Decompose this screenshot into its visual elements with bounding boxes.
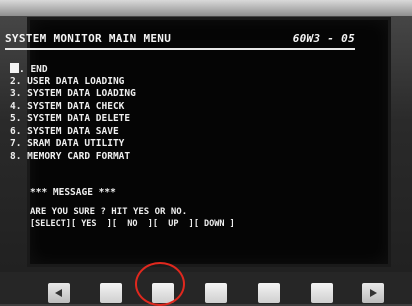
softkey-yes[interactable]: [ YES ] <box>71 219 112 229</box>
message-prompt: ARE YOU SURE ? HIT YES OR NO. <box>30 207 188 217</box>
softkey-down[interactable]: [ DOWN ] <box>194 219 235 229</box>
softkey-button-5[interactable] <box>311 283 333 303</box>
main-menu: . END 2. USER DATA LOADING 3. SYSTEM DAT… <box>10 63 260 163</box>
softkey-button-3[interactable] <box>205 283 227 303</box>
hardware-softkey-bar <box>0 272 412 304</box>
menu-item-memory-card-format[interactable]: 8. MEMORY CARD FORMAT <box>10 151 260 164</box>
right-arrow-icon <box>370 289 377 297</box>
menu-item-system-data-save[interactable]: 6. SYSTEM DATA SAVE <box>10 126 260 139</box>
prev-page-key[interactable] <box>48 283 70 303</box>
top-panel-strip <box>0 0 412 16</box>
highlight-circle <box>135 262 185 306</box>
menu-item-system-data-check[interactable]: 4. SYSTEM DATA CHECK <box>10 101 260 114</box>
softkey-up[interactable]: [ UP ] <box>153 219 194 229</box>
screen-title: SYSTEM MONITOR MAIN MENU <box>5 32 172 45</box>
softkey-labels: [SELECT][ YES ][ NO ][ UP ][ DOWN ] <box>30 219 235 229</box>
menu-item-end[interactable]: . END <box>10 63 260 76</box>
left-arrow-icon <box>55 289 62 297</box>
header-divider <box>5 48 355 50</box>
screen-code: 60W3 - 05 <box>292 32 355 45</box>
message-title: *** MESSAGE *** <box>30 187 116 198</box>
softkey-select[interactable]: [SELECT] <box>30 219 71 229</box>
menu-item-sram-data-utility[interactable]: 7. SRAM DATA UTILITY <box>10 138 260 151</box>
cursor-block-icon <box>10 63 19 73</box>
softkey-no[interactable]: [ NO ] <box>112 219 153 229</box>
menu-item-label: . END <box>19 64 48 75</box>
screen-header: SYSTEM MONITOR MAIN MENU 60W3 - 05 <box>5 32 355 48</box>
menu-item-user-data-loading[interactable]: 2. USER DATA LOADING <box>10 76 260 89</box>
next-page-key[interactable] <box>362 283 384 303</box>
softkey-button-4[interactable] <box>258 283 280 303</box>
menu-item-system-data-delete[interactable]: 5. SYSTEM DATA DELETE <box>10 113 260 126</box>
menu-item-system-data-loading[interactable]: 3. SYSTEM DATA LOADING <box>10 88 260 101</box>
softkey-button-1[interactable] <box>100 283 122 303</box>
